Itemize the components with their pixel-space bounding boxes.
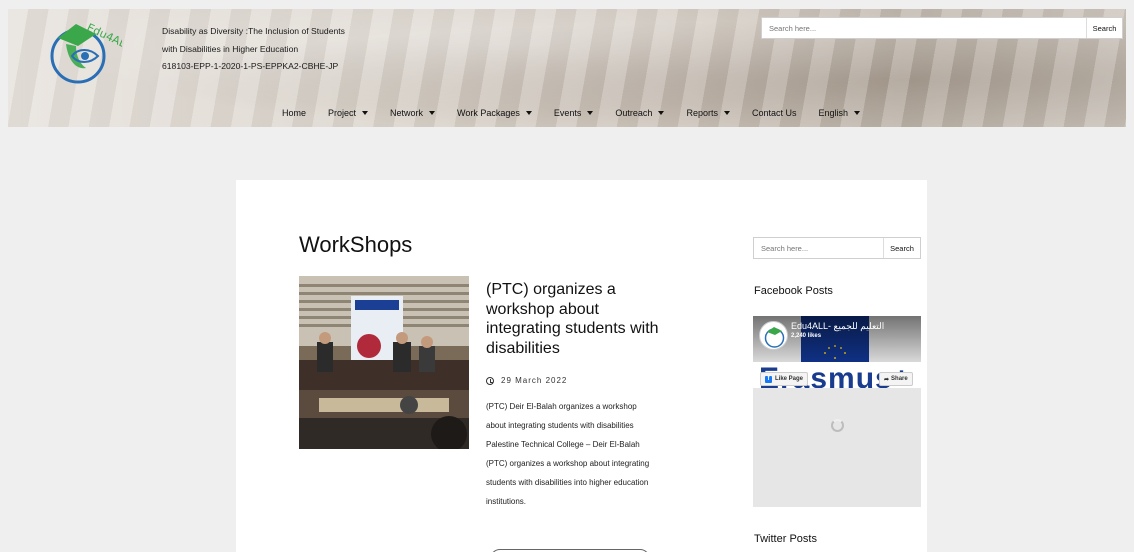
facebook-widget[interactable]: Erasmus+ Edu4ALL- التعليم للجميع 2,240 l… [753, 316, 921, 507]
site-title: Disability as Diversity :The Inclusion o… [162, 23, 422, 76]
clock-icon [486, 376, 494, 385]
site-title-line-2: with Disabilities in Higher Education [162, 43, 299, 54]
caret-down-icon [587, 111, 594, 115]
share-icon: ➦ [884, 376, 890, 383]
caret-down-icon [854, 111, 861, 115]
nav-item-events[interactable]: Events [554, 108, 594, 118]
post-date: 29 March 2022 [486, 376, 567, 385]
page-title: WorkShops [299, 232, 413, 257]
facebook-cover: Erasmus+ Edu4ALL- التعليم للجميع 2,240 l… [753, 316, 921, 388]
nav-item-label: English [818, 108, 849, 118]
header-search-input[interactable] [762, 18, 1086, 38]
facebook-icon: f [765, 375, 772, 383]
facebook-page-avatar[interactable] [759, 321, 788, 350]
caret-down-icon [362, 111, 369, 115]
main-nav: Home Project Network Work Packages Event… [282, 106, 882, 120]
nav-item-language[interactable]: English [819, 108, 861, 118]
post-thumbnail[interactable] [299, 276, 469, 449]
nav-item-label: Home [282, 108, 307, 118]
facebook-posts-heading: Facebook Posts [754, 285, 833, 297]
sidebar-search-input[interactable] [754, 238, 883, 258]
nav-item-label: Outreach [615, 108, 653, 118]
nav-item-label: Project [328, 108, 357, 118]
caret-down-icon [429, 111, 436, 115]
site-title-line-3: 618103-EPP-1-2020-1-PS-EPPKA2-CBHE-JP [162, 61, 339, 71]
nav-item-network[interactable]: Network [390, 108, 436, 118]
nav-item-project[interactable]: Project [328, 108, 369, 118]
caret-down-icon [723, 111, 730, 115]
post-title-link[interactable]: (PTC) organizes a workshop about integra… [486, 280, 666, 358]
loading-spinner-icon [831, 419, 844, 432]
nav-item-label: Events [553, 108, 582, 118]
like-button-label: Like Page [775, 376, 804, 382]
nav-item-home[interactable]: Home [282, 108, 306, 118]
site-header: Edu4ALL Disability as Diversity :The Inc… [8, 9, 1126, 127]
twitter-posts-heading: Twitter Posts [754, 533, 817, 545]
post-date-text: 29 March 2022 [501, 376, 568, 385]
edu4all-logo[interactable]: Edu4ALL [36, 12, 134, 86]
nav-item-work-packages[interactable]: Work Packages [457, 108, 532, 118]
nav-item-label: Contact Us [751, 108, 797, 118]
nav-item-label: Reports [686, 108, 718, 118]
site-title-line-1: Disability as Diversity :The Inclusion o… [162, 26, 345, 36]
sidebar-search-button[interactable]: Search [883, 238, 920, 258]
facebook-likes-count: 2,240 likes [791, 333, 822, 339]
nav-item-label: Network [390, 108, 424, 118]
facebook-page-name[interactable]: Edu4ALL- التعليم للجميع [791, 321, 884, 332]
nav-item-outreach[interactable]: Outreach [615, 108, 665, 118]
nav-item-contact-us[interactable]: Contact Us [752, 108, 797, 118]
header-search: Search [761, 17, 1123, 39]
share-button-label: Share [891, 376, 908, 382]
caret-down-icon [658, 111, 665, 115]
caret-down-icon [525, 111, 532, 115]
post-excerpt: (PTC) Deir El-Balah organizes a workshop… [486, 402, 650, 506]
facebook-like-button[interactable]: f Like Page [760, 372, 809, 386]
nav-item-reports[interactable]: Reports [686, 108, 730, 118]
facebook-share-button[interactable]: ➦ Share [879, 372, 913, 386]
sidebar-search: Search [753, 237, 921, 259]
nav-item-label: Work Packages [457, 108, 520, 118]
header-search-button[interactable]: Search [1086, 18, 1122, 38]
